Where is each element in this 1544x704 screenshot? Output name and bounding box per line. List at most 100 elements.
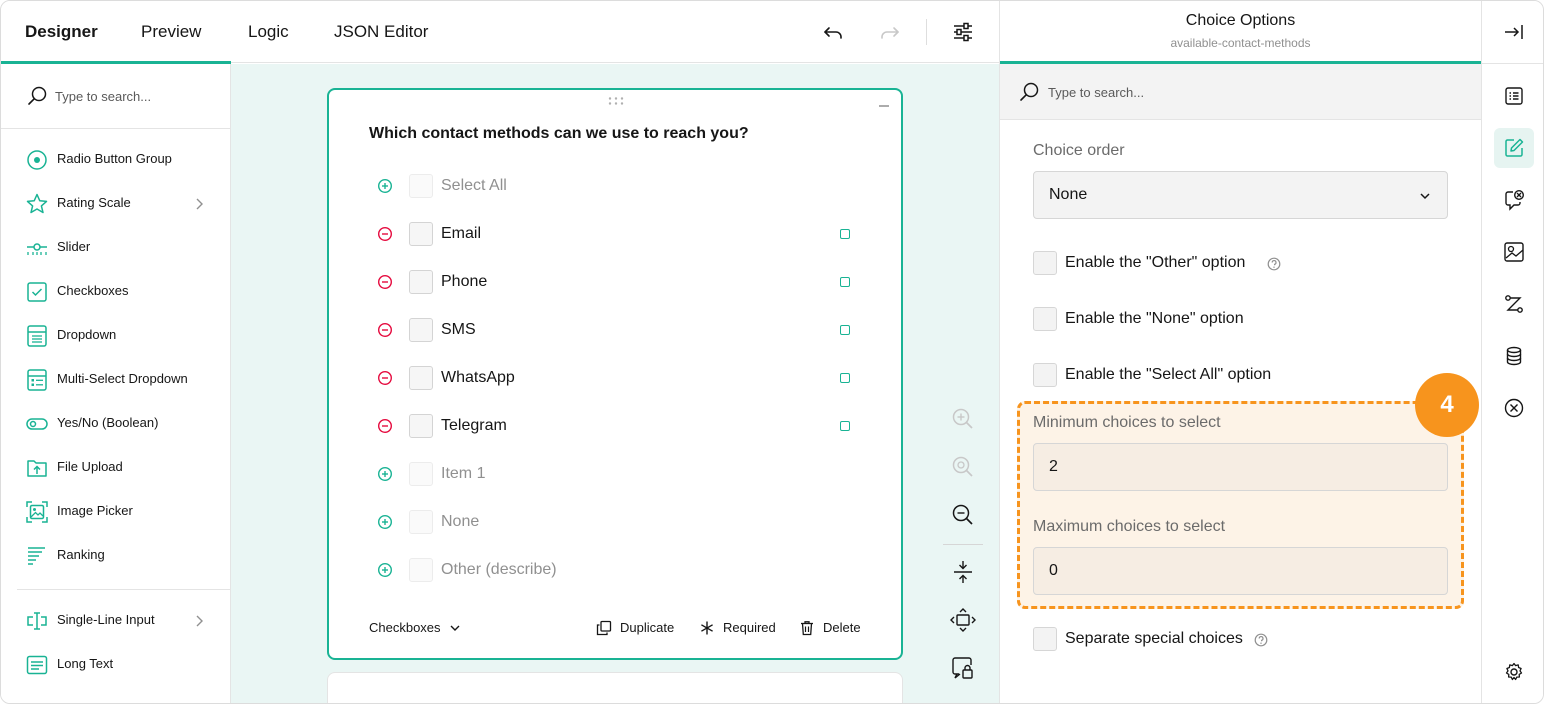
question-type-dropdown[interactable]: Checkboxes (369, 616, 469, 640)
choice-label[interactable]: Select All (441, 177, 507, 195)
zoom-in-icon[interactable] (947, 403, 979, 435)
separate-special-label[interactable]: Separate special choices (1065, 630, 1243, 648)
toolbox-item-rating-scale[interactable]: Rating Scale (1, 184, 230, 224)
enable-select-all-label[interactable]: Enable the "Select All" option (1065, 366, 1271, 384)
choice-checkbox[interactable] (409, 174, 433, 198)
choice-drag-handle-icon[interactable] (840, 229, 850, 239)
tab-json-editor[interactable]: JSON Editor (334, 1, 428, 63)
toolbox-item-checkboxes[interactable]: Checkboxes (1, 272, 230, 312)
settings-button[interactable] (1494, 652, 1534, 692)
validation-category-button[interactable] (1494, 180, 1534, 220)
enable-other-checkbox[interactable] (1033, 251, 1057, 275)
drag-handle-icon[interactable] (607, 96, 625, 106)
question-card[interactable]: Which contact methods can we use to reac… (327, 88, 903, 660)
toolbox-item-ranking[interactable]: Ranking (1, 536, 230, 576)
choice-drag-handle-icon[interactable] (840, 421, 850, 431)
collapse-all-icon[interactable] (947, 556, 979, 588)
toolbox-item-radio-button-group[interactable]: Radio Button Group (1, 140, 230, 180)
add-choice-icon[interactable] (377, 562, 393, 578)
choice-checkbox[interactable] (409, 318, 433, 342)
help-icon[interactable] (1254, 633, 1268, 647)
toolbox-item-file-upload[interactable]: File Upload (1, 448, 230, 488)
remove-choice-icon[interactable] (377, 322, 393, 338)
zoom-reset-icon[interactable] (947, 451, 979, 483)
toolbox-item-image-picker[interactable]: Image Picker (1, 492, 230, 532)
separate-special-checkbox[interactable] (1033, 627, 1057, 651)
choice-drag-handle-icon[interactable] (840, 325, 850, 335)
choice-checkbox[interactable] (409, 414, 433, 438)
collapse-panel-button[interactable] (1494, 12, 1534, 52)
lock-question-icon[interactable] (947, 652, 979, 684)
choice-order-dropdown[interactable]: None (1033, 171, 1448, 219)
collapse-icon[interactable] (877, 100, 891, 110)
choice-checkbox[interactable] (409, 510, 433, 534)
choice-label[interactable]: Other (describe) (441, 561, 557, 579)
choice-label[interactable]: None (441, 513, 479, 531)
enable-none-label[interactable]: Enable the "None" option (1065, 310, 1244, 328)
layout-category-button[interactable] (1494, 232, 1534, 272)
max-choices-label: Maximum choices to select (1033, 518, 1226, 535)
min-choices-input[interactable] (1033, 443, 1448, 491)
choice-checkbox[interactable] (409, 222, 433, 246)
toolbox-item-boolean[interactable]: Yes/No (Boolean) (1, 404, 230, 444)
max-choices-input[interactable] (1033, 547, 1448, 595)
choice-checkbox[interactable] (409, 270, 433, 294)
choice-drag-handle-icon[interactable] (840, 277, 850, 287)
choice-label[interactable]: Email (441, 225, 481, 243)
property-search-input[interactable] (1048, 82, 1348, 102)
delete-button[interactable]: Delete (799, 616, 869, 640)
validation-rules-button[interactable] (1494, 388, 1534, 428)
remove-choice-icon[interactable] (377, 226, 393, 242)
toolbox-item-slider[interactable]: Slider (1, 228, 230, 268)
tab-preview[interactable]: Preview (141, 1, 201, 63)
general-category-button[interactable] (1494, 76, 1534, 116)
enable-select-all-checkbox[interactable] (1033, 363, 1057, 387)
undo-icon[interactable] (820, 19, 846, 45)
remove-choice-icon[interactable] (377, 418, 393, 434)
settings-sliders-icon[interactable] (950, 19, 976, 45)
toolbox-divider (17, 589, 230, 590)
tab-logic[interactable]: Logic (248, 1, 289, 63)
toolbox-item-dropdown[interactable]: Dropdown (1, 316, 230, 356)
chevron-right-icon[interactable] (191, 196, 207, 212)
asterisk-icon (701, 621, 713, 635)
choice-label[interactable]: SMS (441, 321, 476, 339)
data-category-button[interactable] (1494, 336, 1534, 376)
toolbox-item-long-text[interactable]: Long Text (1, 645, 230, 685)
add-choice-icon[interactable] (377, 514, 393, 530)
choice-checkbox[interactable] (409, 558, 433, 582)
choice-label[interactable]: Phone (441, 273, 487, 291)
duplicate-button[interactable]: Duplicate (596, 616, 681, 640)
property-search (1000, 64, 1481, 120)
toolbox-panel: Radio Button Group Rating Scale Slider C… (1, 64, 231, 703)
enable-none-checkbox[interactable] (1033, 307, 1057, 331)
choice-drag-handle-icon[interactable] (840, 373, 850, 383)
toolbox-item-single-line-input[interactable]: Single-Line Input (1, 601, 230, 641)
property-category-strip (1481, 1, 1543, 703)
expand-all-icon[interactable] (947, 604, 979, 636)
required-button[interactable]: Required (699, 616, 779, 640)
choice-options-category-button[interactable] (1494, 128, 1534, 168)
toolbox-item-label: File Upload (57, 459, 123, 474)
choice-label[interactable]: WhatsApp (441, 369, 515, 387)
choice-label[interactable]: Item 1 (441, 465, 485, 483)
enable-other-label[interactable]: Enable the "Other" option (1065, 254, 1245, 272)
add-choice-icon[interactable] (377, 178, 393, 194)
logic-category-button[interactable] (1494, 284, 1534, 324)
tab-designer[interactable]: Designer (25, 1, 98, 63)
choice-label[interactable]: Telegram (441, 417, 507, 435)
remove-choice-icon[interactable] (377, 370, 393, 386)
choice-checkbox[interactable] (409, 462, 433, 486)
toolbox-search-input[interactable] (55, 86, 215, 106)
question-title[interactable]: Which contact methods can we use to reac… (369, 125, 749, 143)
add-choice-icon[interactable] (377, 466, 393, 482)
help-icon[interactable] (1267, 257, 1281, 271)
toolbox-item-multi-select-dropdown[interactable]: Multi-Select Dropdown (1, 360, 230, 400)
next-question-card[interactable] (327, 672, 903, 703)
chevron-right-icon[interactable] (191, 613, 207, 629)
choice-checkbox[interactable] (409, 366, 433, 390)
remove-choice-icon[interactable] (377, 274, 393, 290)
redo-icon[interactable] (877, 19, 903, 45)
zoom-out-icon[interactable] (947, 499, 979, 531)
database-icon (1506, 346, 1522, 366)
